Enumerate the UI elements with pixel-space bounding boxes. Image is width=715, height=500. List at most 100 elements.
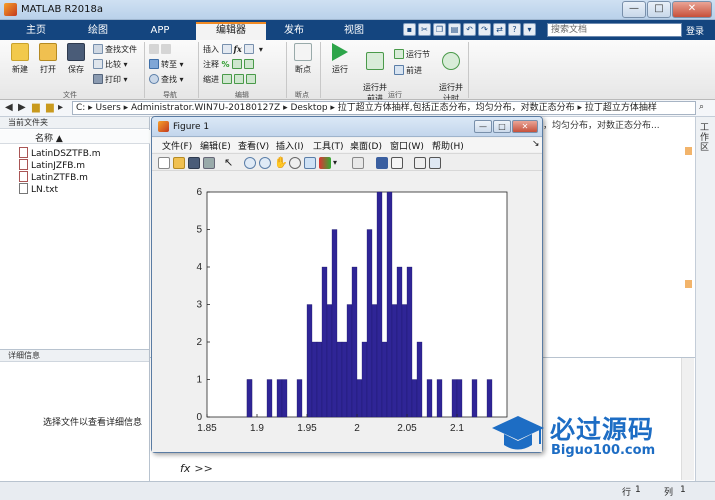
hide-plot-tools-icon[interactable] [414, 157, 426, 169]
minimize-button[interactable]: — [622, 1, 646, 18]
run-button[interactable]: 运行 [326, 43, 354, 75]
run-icon [332, 43, 348, 61]
file-item[interactable]: LatinZTFB.m [19, 171, 88, 183]
brush-dropdown-icon[interactable]: ▾ [333, 157, 345, 169]
rotate-3d-icon[interactable] [289, 157, 301, 169]
goto-icon [149, 59, 159, 69]
link-plot-icon[interactable] [352, 157, 364, 169]
pan-hand-icon[interactable]: ✋ [274, 157, 288, 169]
percent-icon[interactable]: % [222, 60, 230, 69]
workspace-panel-collapsed[interactable]: 工作区 [695, 117, 715, 481]
zoom-in-icon[interactable] [244, 157, 256, 169]
file-item[interactable]: LatinJZFB.m [19, 159, 85, 171]
uncomment-icon[interactable] [244, 59, 255, 69]
editor-tab-title[interactable]: ，均匀分布，对数正态分布... [543, 118, 660, 131]
dropdown-icon[interactable]: ▾ [523, 23, 536, 36]
tab-view[interactable]: 视图 [328, 22, 380, 40]
show-plot-tools-icon[interactable] [429, 157, 441, 169]
indent-button[interactable]: 缩进 [203, 74, 258, 86]
close-button[interactable]: ✕ [672, 1, 712, 18]
figure-maximize-button[interactable]: □ [493, 120, 511, 133]
insert-button[interactable]: 插入 fx ▾ [203, 44, 263, 56]
open-button[interactable]: 打开 [34, 43, 62, 75]
print-button[interactable]: 打印 ▾ [93, 74, 128, 86]
colorbar-icon[interactable] [376, 157, 388, 169]
menu-insert[interactable]: 插入(I) [276, 139, 304, 152]
indent-icon[interactable] [233, 74, 244, 84]
run-section-button[interactable]: 运行节 [394, 49, 430, 61]
navigate-back-icons [149, 44, 173, 56]
save-icon[interactable]: ▪ [403, 23, 416, 36]
cut-icon[interactable]: ✂ [418, 23, 431, 36]
forward-arrow-icon[interactable]: ▶ [18, 102, 26, 113]
menu-desktop[interactable]: 桌面(D) [350, 139, 382, 152]
open-file-icon[interactable] [173, 157, 185, 169]
folder-icon[interactable]: ▆ [46, 102, 54, 113]
file-item[interactable]: LatinDSZTFB.m [19, 147, 101, 159]
menu-edit[interactable]: 编辑(E) [200, 139, 231, 152]
histogram-bar [331, 229, 338, 418]
figure-minimize-button[interactable]: — [474, 120, 492, 133]
goto-button[interactable]: 转至 ▾ [149, 59, 184, 71]
data-cursor-icon[interactable] [304, 157, 316, 169]
name-column-header[interactable]: 名称 ▲ [0, 130, 150, 144]
undo-icon[interactable]: ↶ [463, 23, 476, 36]
paste-icon[interactable]: ▤ [448, 23, 461, 36]
up-folder-icon[interactable]: ▆ [32, 102, 40, 113]
back-arrow-icon[interactable]: ◀ [5, 102, 13, 113]
search-documentation-input[interactable]: 搜索文档 [547, 23, 682, 37]
find-files-button[interactable]: 查找文件 [93, 44, 137, 56]
menu-tools[interactable]: 工具(T) [313, 139, 344, 152]
breakpoints-button[interactable]: 断点 [289, 43, 317, 75]
fx-icon[interactable]: fx [234, 44, 242, 54]
smart-indent-icon[interactable] [221, 74, 232, 84]
figure-window: Figure 1 — □ ✕ 文件(F) 编辑(E) 查看(V) 插入(I) 工… [151, 116, 543, 453]
login-link[interactable]: 登录 [686, 24, 704, 37]
tab-home[interactable]: 主页 [10, 22, 62, 40]
figure-title: Figure 1 [173, 122, 210, 132]
figure-close-button[interactable]: ✕ [512, 120, 538, 133]
pointer-icon[interactable]: ↖ [224, 157, 236, 169]
new-figure-icon[interactable] [158, 157, 170, 169]
file-item[interactable]: LN.txt [19, 183, 58, 195]
legend-icon[interactable] [391, 157, 403, 169]
menu-overflow-icon[interactable]: ↘ [532, 139, 540, 149]
maximize-button[interactable]: □ [647, 1, 671, 18]
figure-title-bar[interactable]: Figure 1 — □ ✕ [152, 117, 542, 137]
save-figure-icon[interactable] [188, 157, 200, 169]
search-folder-icon[interactable]: ⌕ [699, 102, 704, 112]
menu-window[interactable]: 窗口(W) [390, 139, 424, 152]
find-button[interactable]: 查找 ▾ [149, 74, 184, 86]
y-tick-label: 4 [196, 262, 202, 273]
comment-button[interactable]: 注释 % [203, 59, 256, 71]
redo-icon[interactable]: ↷ [478, 23, 491, 36]
outdent-icon[interactable] [245, 74, 256, 84]
copy-icon[interactable]: ❐ [433, 23, 446, 36]
brush-icon[interactable] [319, 157, 331, 169]
print-figure-icon[interactable] [203, 157, 215, 169]
menu-view[interactable]: 查看(V) [238, 139, 269, 152]
figure-canvas[interactable]: 1.85 1.9 1.95 2 2.05 2.1 0 1 2 3 4 5 6 [152, 172, 542, 452]
help-icon[interactable]: ? [508, 23, 521, 36]
tab-publish[interactable]: 发布 [268, 22, 320, 40]
histogram-plot[interactable]: 1.85 1.9 1.95 2 2.05 2.1 0 1 2 3 4 5 6 [152, 172, 542, 452]
save-button[interactable]: 保存 [62, 43, 90, 75]
histogram-bar [316, 341, 323, 418]
run-and-time-button[interactable]: 运行并 计时 [436, 43, 466, 104]
new-button[interactable]: 新建 [6, 43, 34, 75]
menu-help[interactable]: 帮助(H) [432, 139, 464, 152]
command-prompt[interactable]: fx >> [180, 462, 213, 475]
current-folder-path[interactable]: C: ▸ Users ▸ Administrator.WIN7U-2018012… [72, 101, 696, 115]
tab-plots[interactable]: 绘图 [72, 22, 124, 40]
comment-toggle-icon[interactable] [232, 59, 243, 69]
browse-folder-icon[interactable]: ▸ [58, 102, 63, 113]
fx-icon[interactable]: fx [180, 462, 190, 475]
switch-windows-icon[interactable]: ⇄ [493, 23, 506, 36]
advance-button[interactable]: 前进 [394, 65, 422, 77]
tab-editor[interactable]: 编辑器 [196, 22, 266, 40]
menu-file[interactable]: 文件(F) [162, 139, 192, 152]
row-value: 1 [635, 485, 641, 495]
tab-apps[interactable]: APP [134, 22, 186, 40]
compare-button[interactable]: 比较 ▾ [93, 59, 128, 71]
zoom-out-icon[interactable] [259, 157, 271, 169]
